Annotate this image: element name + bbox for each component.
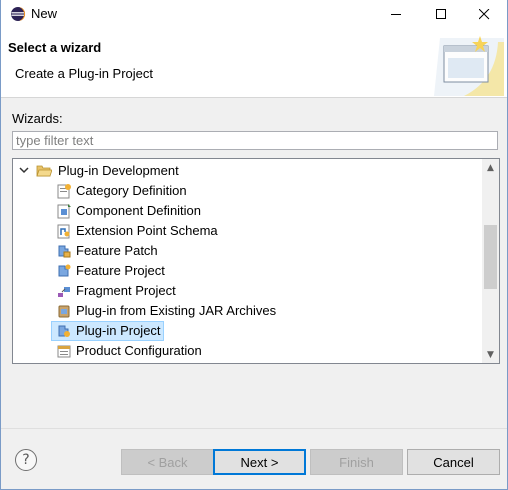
tree-item-feature-patch[interactable]: Feature Patch bbox=[13, 241, 481, 261]
plugin-jar-icon bbox=[58, 305, 70, 318]
new-wizard-banner-icon bbox=[434, 36, 504, 96]
tree-item-label: Component Definition bbox=[76, 203, 202, 218]
tree-item-label: Category Definition bbox=[76, 183, 187, 198]
tree-item-label: Plug-in Project bbox=[76, 323, 161, 338]
tree-item-label: Extension Point Schema bbox=[76, 223, 218, 238]
tree-item-fragment-project[interactable]: Fragment Project bbox=[13, 281, 481, 301]
tree-item-plugin-project[interactable]: Plug-in Project bbox=[51, 321, 164, 341]
footer-divider bbox=[1, 428, 507, 429]
tree-item-feature-project[interactable]: Feature Project bbox=[13, 261, 481, 281]
close-button[interactable] bbox=[462, 0, 507, 28]
fragment-project-icon bbox=[58, 287, 70, 297]
maximize-icon bbox=[436, 8, 446, 19]
next-button[interactable]: Next > bbox=[213, 449, 306, 475]
feature-patch-icon bbox=[58, 245, 71, 258]
maximize-button[interactable] bbox=[419, 0, 464, 28]
help-button[interactable]: ? bbox=[15, 449, 37, 471]
header-title: Select a wizard bbox=[8, 40, 102, 55]
wizard-header: Select a wizard Create a Plug-in Project bbox=[1, 28, 507, 98]
component-definition-icon bbox=[57, 204, 71, 219]
minimize-button[interactable] bbox=[374, 0, 419, 28]
wizard-tree[interactable]: Plug-in Development Category Definition … bbox=[12, 158, 500, 364]
product-configuration-icon bbox=[57, 345, 71, 358]
tree-item-label: Feature Patch bbox=[76, 243, 158, 258]
finish-button[interactable]: Finish bbox=[310, 449, 403, 475]
new-wizard-dialog: New Select a wizard Create a Plug-in Pro… bbox=[0, 0, 508, 490]
tree-scrollbar[interactable]: ▲ ▼ bbox=[482, 159, 499, 363]
tree-category-plugin-development[interactable]: Plug-in Development bbox=[13, 161, 481, 181]
close-icon bbox=[479, 8, 490, 19]
tree-item-extension-point-schema[interactable]: Extension Point Schema bbox=[13, 221, 481, 241]
minimize-icon bbox=[391, 13, 401, 15]
extension-point-schema-icon bbox=[57, 224, 70, 239]
title-bar[interactable]: New bbox=[1, 0, 507, 28]
category-definition-icon bbox=[57, 184, 71, 199]
scroll-up-icon[interactable]: ▲ bbox=[482, 159, 499, 176]
tree-item-label: Product Configuration bbox=[76, 343, 202, 358]
tree-category-label: Plug-in Development bbox=[58, 163, 179, 178]
eclipse-icon bbox=[11, 7, 26, 21]
tree-item-label: Feature Project bbox=[76, 263, 165, 278]
help-icon: ? bbox=[22, 452, 30, 468]
tree-item-product-configuration[interactable]: Product Configuration bbox=[13, 341, 481, 361]
tree-item-label: Plug-in from Existing JAR Archives bbox=[76, 303, 277, 318]
plugin-project-icon bbox=[58, 325, 70, 337]
tree-item-plugin-from-jar[interactable]: Plug-in from Existing JAR Archives bbox=[13, 301, 481, 321]
wizards-label: Wizards: bbox=[12, 111, 63, 126]
feature-project-icon bbox=[58, 264, 71, 277]
tree-item-component-definition[interactable]: Component Definition bbox=[13, 201, 481, 221]
scroll-down-icon[interactable]: ▼ bbox=[482, 346, 499, 363]
tree-item-category-definition[interactable]: Category Definition bbox=[13, 181, 481, 201]
window-title: New bbox=[31, 6, 58, 21]
header-description: Create a Plug-in Project bbox=[15, 66, 154, 81]
filter-box[interactable] bbox=[12, 131, 498, 150]
chevron-down-icon[interactable] bbox=[19, 167, 29, 175]
cancel-button[interactable]: Cancel bbox=[407, 449, 500, 475]
folder-open-icon bbox=[36, 165, 52, 177]
back-button[interactable]: < Back bbox=[121, 449, 214, 475]
filter-input[interactable] bbox=[13, 132, 497, 149]
tree-item-label: Fragment Project bbox=[76, 283, 176, 298]
scrollbar-thumb[interactable] bbox=[484, 225, 497, 289]
